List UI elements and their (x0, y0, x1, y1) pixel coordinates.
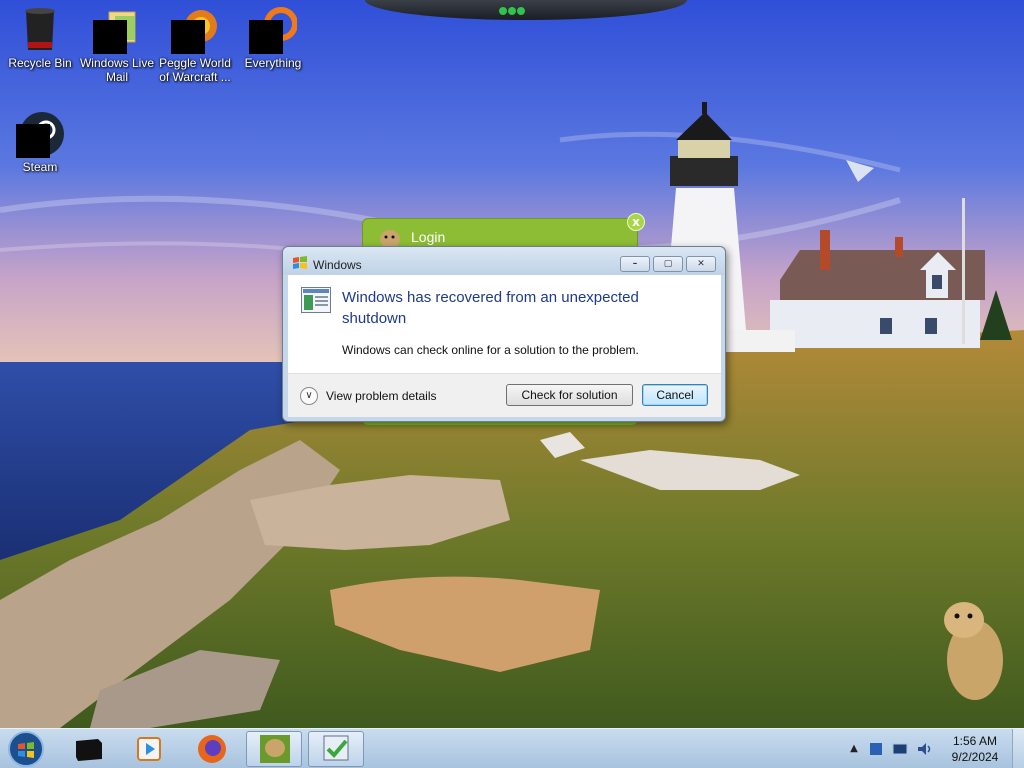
taskbar-media-player[interactable] (122, 731, 178, 767)
login-close-button[interactable]: x (627, 213, 645, 231)
clock-date: 9/2/2024 (951, 750, 999, 764)
desktop-icon-label: Windows Live Mail (79, 56, 155, 84)
show-desktop-button[interactable] (1012, 729, 1024, 768)
firefox-icon (198, 735, 226, 763)
clock-time: 1:56 AM (952, 734, 998, 748)
desktop-icon-label: Recycle Bin (8, 56, 72, 70)
desktop-icon-label: Everything (244, 56, 302, 70)
volume-icon[interactable] (916, 741, 932, 757)
system-tray: ▲ 1:56 AM 9/2/2024 (842, 729, 1024, 768)
recovery-dialog: Windows – ▢ ✕ Windows has recovered from… (282, 246, 726, 422)
media-player-icon (137, 737, 161, 761)
taskbar-clock[interactable]: 1:56 AM 9/2/2024 (946, 733, 1004, 765)
peggle-icon (171, 6, 219, 54)
dialog-heading: Windows has recovered from an unexpected… (342, 289, 639, 327)
dialog-footer: ∨ View problem details Check for solutio… (288, 373, 721, 417)
desktop-icon-recycle-bin[interactable]: Recycle Bin (0, 6, 80, 70)
desktop-icon-windows-live-mail[interactable]: Windows Live Mail (77, 6, 157, 84)
show-hidden-icons-button[interactable]: ▲ (846, 741, 862, 757)
start-orb-icon[interactable] (6, 730, 46, 768)
dialog-content: Windows has recovered from an unexpected… (288, 275, 721, 373)
taskbar: ▲ 1:56 AM 9/2/2024 (0, 728, 1024, 768)
chevron-down-icon[interactable]: ∨ (300, 387, 318, 405)
cancel-button[interactable]: Cancel (642, 384, 708, 406)
dialog-titlebar[interactable]: Windows – ▢ ✕ (283, 247, 725, 275)
action-center-icon[interactable] (868, 741, 884, 757)
dialog-title: Windows (313, 258, 362, 272)
windows-live-mail-icon (93, 6, 141, 54)
taskbar-black-box[interactable] (62, 731, 118, 767)
everything-search-icon (249, 6, 298, 54)
login-title: Login (411, 229, 446, 245)
recovery-window-icon (301, 287, 331, 313)
check-app-icon (323, 735, 349, 761)
black-box-icon (76, 739, 102, 761)
desktop-icon-peggle[interactable]: Peggle World of Warcraft ... (155, 6, 235, 84)
maximize-button[interactable]: ▢ (653, 256, 683, 272)
hamster-box-icon (260, 735, 290, 763)
taskbar-check-app[interactable] (308, 731, 364, 767)
status-lights-icon (499, 7, 525, 15)
check-for-solution-button[interactable]: Check for solution (506, 384, 633, 406)
desktop-icon-label: Peggle World of Warcraft ... (159, 56, 231, 84)
view-problem-details-label[interactable]: View problem details (326, 389, 437, 403)
view-problem-details-toggle[interactable]: ∨ View problem details (300, 386, 437, 406)
taskbar-hamster-box[interactable] (246, 731, 302, 767)
taskbar-firefox[interactable] (184, 731, 240, 767)
windows-flag-icon (293, 256, 307, 269)
close-button[interactable]: ✕ (686, 256, 716, 272)
network-icon[interactable] (892, 741, 908, 757)
steam-icon (16, 110, 64, 158)
minimize-button[interactable]: – (620, 256, 650, 272)
desktop-icon-label: Steam (22, 160, 58, 174)
dialog-subtext: Windows can check online for a solution … (342, 343, 639, 357)
desktop-icon-everything[interactable]: Everything (233, 6, 313, 70)
recycle-bin-icon (16, 6, 64, 54)
desktop-icon-steam[interactable]: Steam (0, 110, 80, 174)
